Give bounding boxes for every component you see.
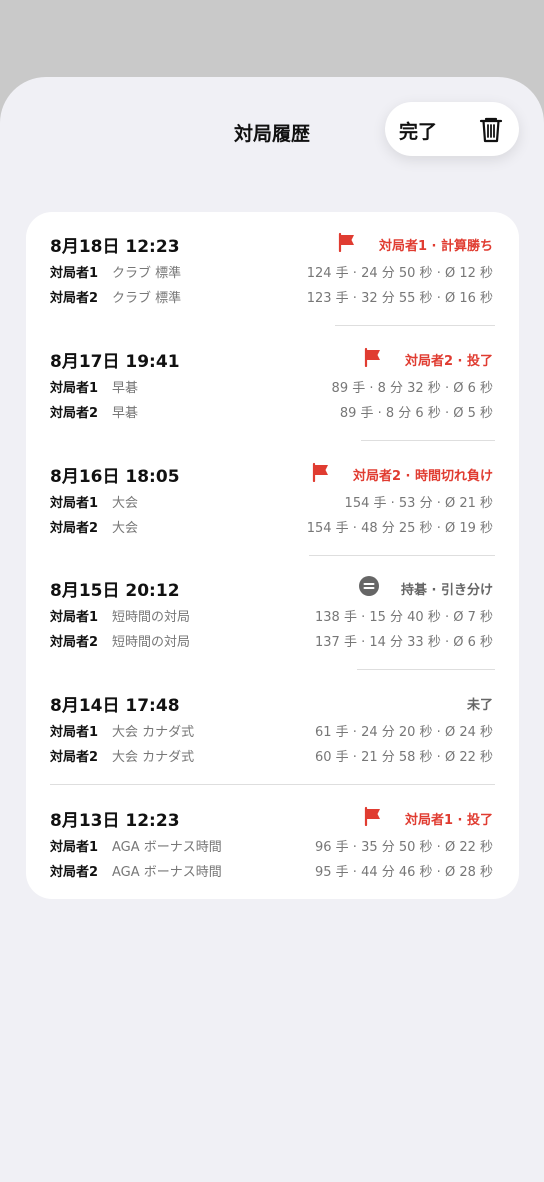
game-result: 対局者1 · 投了 bbox=[404, 813, 493, 828]
player-row: 対局者1 早碁 89 手 · 8 分 32 秒 · Ø 6 秒 bbox=[50, 377, 493, 396]
game-date: 8月13日 12:23 bbox=[50, 811, 180, 831]
player-name: 対局者2 bbox=[50, 865, 99, 880]
player-name: 対局者1 bbox=[50, 610, 99, 626]
game-stats: 89 手 · 8 分 32 秒 · Ø 6 秒 bbox=[331, 380, 493, 396]
player-name: 対局者2 bbox=[50, 635, 99, 651]
game-stats: 96 手 · 35 分 50 秒 · Ø 22 秒 bbox=[315, 840, 493, 855]
player-name: 対局者1 bbox=[50, 840, 99, 855]
player-row: 対局者2 早碁 89 手 · 8 分 6 秒 · Ø 5 秒 bbox=[50, 402, 493, 421]
player-name: 対局者2 bbox=[50, 520, 99, 536]
game-stats: 89 手 · 8 分 6 秒 · Ø 5 秒 bbox=[339, 405, 493, 421]
player-row: 対局者2 短時間の対局 137 手 · 14 分 33 秒 · Ø 6 秒 bbox=[50, 631, 493, 651]
player-row: 対局者1 クラブ 標準 124 手 · 24 分 50 秒 · Ø 12 秒 bbox=[50, 262, 493, 281]
game-stats: 138 手 · 15 分 40 秒 · Ø 7 秒 bbox=[315, 610, 493, 626]
done-button[interactable]: 完了 bbox=[399, 117, 437, 144]
player-row: 対局者1 大会 カナダ式 61 手 · 24 分 20 秒 · Ø 24 秒 bbox=[50, 721, 493, 741]
time-control: AGA ボーナス時間 bbox=[112, 865, 222, 880]
equals-circle-icon bbox=[359, 576, 379, 597]
player-name: 対局者1 bbox=[50, 495, 99, 511]
trash-icon[interactable] bbox=[475, 113, 507, 145]
history-sheet: 対局履歴 完了 8月18日 12:23 対局者1 · 計算勝ち 対局者1 クラブ 標準… bbox=[0, 77, 544, 1182]
game-entry[interactable]: 8月16日 18:05 対局者2 · 時間切れ負け対局者1 大会 154 手 · 53… bbox=[26, 442, 519, 556]
toolbar-pill: 完了 bbox=[385, 102, 519, 156]
player-name: 対局者1 bbox=[50, 725, 99, 741]
game-entry[interactable]: 8月15日 20:12 持碁 · 引き分け対局者1 短時間の対局 138 手 · 15… bbox=[26, 556, 519, 671]
player-name: 対局者1 bbox=[50, 380, 99, 396]
player-row: 対局者1 大会 154 手 · 53 分 · Ø 21 秒 bbox=[50, 492, 493, 511]
player-name: 対局者2 bbox=[50, 750, 99, 766]
game-stats: 154 手 · 48 分 25 秒 · Ø 19 秒 bbox=[306, 520, 493, 536]
game-entry[interactable]: 8月14日 17:48 未了対局者1 大会 カナダ式 61 手 · 24 分 20 秒… bbox=[26, 671, 519, 786]
game-entry[interactable]: 8月17日 19:41 対局者2 · 投了対局者1 早碁 89 手 · 8 分 32 … bbox=[26, 327, 519, 441]
game-result: 持碁 · 引き分け bbox=[401, 583, 493, 599]
game-result: 対局者2 · 投了 bbox=[404, 353, 493, 369]
game-stats: 137 手 · 14 分 33 秒 · Ø 6 秒 bbox=[315, 635, 493, 651]
player-row: 対局者2 AGA ボーナス時間 95 手 · 44 分 46 秒 · Ø 28 秒 bbox=[50, 861, 493, 880]
game-stats: 61 手 · 24 分 20 秒 · Ø 24 秒 bbox=[315, 725, 493, 741]
flag-icon bbox=[311, 462, 331, 482]
player-row: 対局者1 AGA ボーナス時間 96 手 · 35 分 50 秒 · Ø 22 秒 bbox=[50, 836, 493, 855]
player-row: 対局者2 大会 カナダ式 60 手 · 21 分 58 秒 · Ø 22 秒 bbox=[50, 746, 493, 766]
time-control: クラブ 標準 bbox=[112, 291, 182, 306]
time-control: 早碁 bbox=[112, 405, 139, 421]
game-date: 8月15日 20:12 bbox=[50, 581, 180, 602]
game-entry[interactable]: 8月18日 12:23 対局者1 · 計算勝ち対局者1 クラブ 標準 124 手 · … bbox=[26, 212, 519, 326]
game-date: 8月16日 18:05 bbox=[50, 466, 180, 487]
flag-icon bbox=[337, 232, 357, 253]
game-stats: 95 手 · 44 分 46 秒 · Ø 28 秒 bbox=[315, 865, 493, 880]
player-row: 対局者2 クラブ 標準 123 手 · 32 分 55 秒 · Ø 16 秒 bbox=[50, 287, 493, 306]
game-stats: 124 手 · 24 分 50 秒 · Ø 12 秒 bbox=[306, 266, 493, 281]
game-entry[interactable]: 8月13日 12:23 対局者1 · 投了対局者1 AGA ボーナス時間 96 手 ·… bbox=[26, 786, 519, 899]
game-date: 8月18日 12:23 bbox=[50, 237, 180, 257]
game-date: 8月14日 17:48 bbox=[50, 696, 180, 717]
game-result: 未了 bbox=[466, 698, 493, 714]
time-control: クラブ 標準 bbox=[112, 266, 182, 281]
time-control: AGA ボーナス時間 bbox=[112, 840, 222, 855]
game-stats: 123 手 · 32 分 55 秒 · Ø 16 秒 bbox=[306, 291, 493, 306]
player-row: 対局者2 大会 154 手 · 48 分 25 秒 · Ø 19 秒 bbox=[50, 517, 493, 536]
player-name: 対局者1 bbox=[50, 266, 99, 281]
game-stats: 60 手 · 21 分 58 秒 · Ø 22 秒 bbox=[315, 750, 493, 766]
time-control: 大会 カナダ式 bbox=[112, 750, 195, 766]
game-result: 対局者1 · 計算勝ち bbox=[378, 239, 493, 254]
game-date: 8月17日 19:41 bbox=[50, 351, 180, 372]
player-row: 対局者1 短時間の対局 138 手 · 15 分 40 秒 · Ø 7 秒 bbox=[50, 606, 493, 626]
flag-icon bbox=[363, 806, 383, 827]
flag-icon bbox=[363, 347, 383, 367]
time-control: 短時間の対局 bbox=[112, 610, 191, 626]
player-name: 対局者2 bbox=[50, 291, 99, 306]
time-control: 大会 bbox=[112, 520, 139, 536]
game-result: 対局者2 · 時間切れ負け bbox=[352, 468, 493, 484]
game-stats: 154 手 · 53 分 · Ø 21 秒 bbox=[344, 495, 493, 511]
time-control: 早碁 bbox=[112, 380, 139, 396]
time-control: 大会 カナダ式 bbox=[112, 725, 195, 741]
game-history-list: 8月18日 12:23 対局者1 · 計算勝ち対局者1 クラブ 標準 124 手 · … bbox=[26, 212, 519, 899]
time-control: 大会 bbox=[112, 495, 139, 511]
time-control: 短時間の対局 bbox=[112, 635, 191, 651]
player-name: 対局者2 bbox=[50, 405, 99, 421]
